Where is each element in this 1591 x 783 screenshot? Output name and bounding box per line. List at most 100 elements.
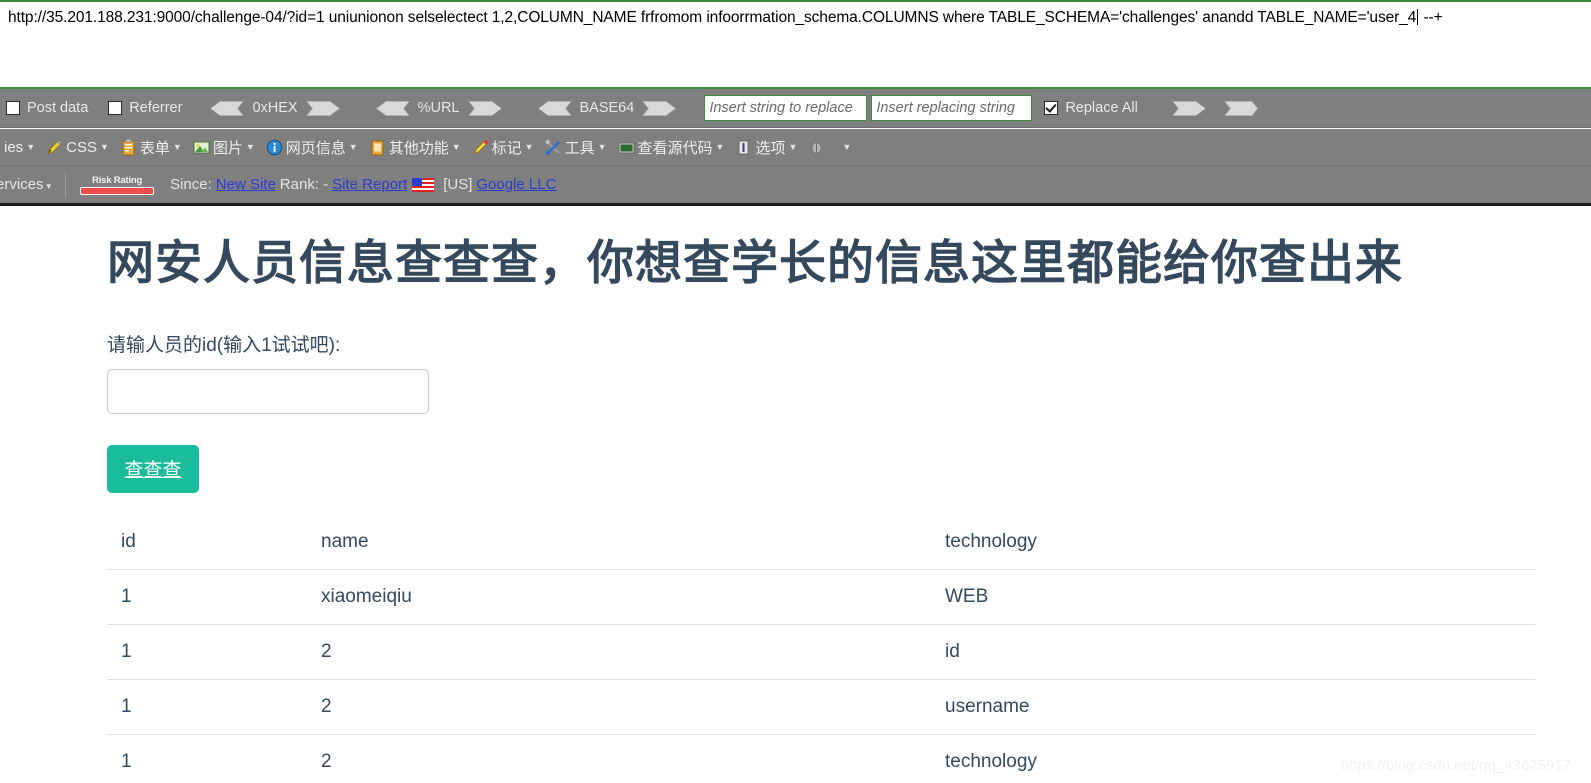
cell-name: 2 [307, 624, 931, 680]
webdev-item-firebug[interactable]: ▼ [808, 139, 851, 156]
base64-encode-arrow-icon[interactable] [642, 100, 677, 116]
chevron-down-icon: ▾ [46, 181, 52, 191]
table-row: 1 2 username [107, 679, 1535, 735]
services-label: Services [0, 176, 44, 193]
replacing-string-input[interactable]: Insert replacing string [871, 95, 1033, 121]
webdev-item-images[interactable]: 图片 ▼ [193, 137, 255, 158]
referrer-group[interactable]: Referrer [108, 100, 182, 116]
webdev-item-page-info[interactable]: 网页信息 ▼ [266, 137, 358, 158]
chevron-down-icon: ▼ [524, 142, 534, 152]
webdev-item-outline[interactable]: 标记 ▼ [472, 137, 534, 158]
chevron-down-icon: ▼ [842, 142, 852, 152]
webdev-item-view-source[interactable]: 查看源代码 ▼ [618, 137, 725, 158]
search-string-input[interactable]: Insert string to replace [704, 95, 868, 121]
webdev-item-label: 其他功能 [388, 139, 449, 157]
web-developer-toolbar: ies ▼ CSS ▼ 表单 ▼ 图片 ▼ 网页信息 ▼ 其他功能 ▼ 标记 ▼ 工具 ▼ 查看… [0, 129, 1591, 166]
table-header-id: id [107, 514, 307, 570]
hackbar-url-textarea[interactable]: http://35.201.188.231:9000/challenge-04/… [0, 0, 1591, 89]
hex-label: 0xHEX [252, 100, 298, 116]
url-encode-arrow-icon[interactable] [467, 100, 502, 116]
webdev-item-misc[interactable]: 其他功能 ▼ [369, 137, 461, 158]
table-header-technology: technology [931, 514, 1535, 570]
webdev-item-label: 标记 [491, 139, 522, 157]
webdev-item-label: 选项 [755, 139, 786, 157]
webdev-item-forms[interactable]: 表单 ▼ [120, 137, 182, 158]
cell-name: 2 [307, 679, 931, 735]
webdev-item-options[interactable]: 选项 ▼ [735, 137, 797, 158]
us-flag-icon [412, 177, 435, 192]
cell-name: 2 [307, 734, 931, 783]
page-title: 网安人员信息查查查，你想查学长的信息这里都能给你查出来 [107, 236, 1403, 289]
webdev-item-cookies[interactable]: ies ▼ [0, 139, 35, 156]
cell-id: 1 [107, 624, 307, 680]
chevron-down-icon: ▼ [99, 142, 109, 152]
table-header-row: id name technology [107, 514, 1535, 570]
replace-undo-arrow-icon[interactable] [1223, 100, 1258, 116]
webdev-item-label: 工具 [564, 139, 595, 157]
base64-label: BASE64 [579, 100, 635, 116]
table-header: id name technology [107, 514, 1535, 570]
cell-technology: technology [931, 734, 1535, 783]
risk-rating-bar [80, 186, 155, 195]
webdev-item-label: 查看源代码 [637, 139, 713, 157]
table-row: 1 2 technology [107, 734, 1535, 783]
chevron-down-icon: ▼ [26, 142, 36, 152]
risk-rating-indicator: Risk Rating [80, 175, 155, 195]
table-row: 1 2 id [107, 624, 1535, 680]
site-owner-link[interactable]: Google LLC [476, 176, 556, 193]
cell-id: 1 [107, 734, 307, 783]
url-decode-arrow-icon[interactable] [375, 100, 410, 116]
webdev-item-label: 图片 [212, 139, 243, 157]
chevron-down-icon: ▼ [172, 142, 182, 152]
post-data-checkbox[interactable] [6, 101, 20, 115]
cell-name: xiaomeiqiu [307, 569, 931, 625]
cell-technology: WEB [931, 569, 1535, 625]
webdev-item-label: CSS [66, 138, 97, 156]
url-value-tail: --+ [1419, 9, 1443, 26]
base64-group: BASE64 [530, 100, 685, 116]
webdev-item-label: 表单 [139, 139, 170, 157]
marker-icon [472, 139, 489, 156]
cell-id: 1 [107, 569, 307, 625]
replace-all-group[interactable]: Replace All [1044, 100, 1138, 116]
chevron-down-icon: ▼ [245, 142, 255, 152]
cookie-icon [0, 139, 1, 156]
hackbar-toolbar: Post data Referrer 0xHEX %URL BASE64 Ins… [0, 89, 1591, 128]
site-report-link[interactable]: Site Report [332, 176, 407, 193]
post-data-group[interactable]: Post data [6, 100, 88, 116]
image-icon [193, 139, 210, 156]
chevron-down-icon: ▼ [597, 142, 607, 152]
webdev-item-css[interactable]: CSS ▼ [46, 139, 109, 156]
chevron-down-icon: ▼ [348, 142, 358, 152]
info-icon [266, 139, 283, 156]
hex-decode-arrow-icon[interactable] [210, 100, 245, 116]
post-data-label: Post data [27, 100, 89, 116]
query-submit-button[interactable]: 查查查 [107, 444, 199, 493]
webdev-item-tools[interactable]: 工具 ▼ [545, 137, 607, 158]
replace-all-checkbox[interactable] [1044, 101, 1059, 115]
new-site-link[interactable]: New Site [216, 176, 276, 193]
table-row: 1 xiaomeiqiu WEB [107, 569, 1535, 625]
referrer-checkbox[interactable] [108, 101, 123, 115]
replace-execute-arrow-icon[interactable] [1171, 100, 1206, 116]
chevron-down-icon: ▼ [715, 142, 725, 152]
country-label: [US] [443, 176, 473, 193]
siteadvisor-bar: Services▾ Risk Rating Since: New Site Ra… [0, 166, 1591, 206]
hex-encode-arrow-icon[interactable] [305, 100, 340, 116]
misc-icon [369, 139, 386, 156]
bug-icon [808, 139, 825, 156]
cell-id: 1 [107, 679, 307, 735]
base64-decode-arrow-icon[interactable] [537, 100, 572, 116]
webdev-item-label: 网页信息 [285, 139, 346, 157]
siteadvisor-services-menu[interactable]: Services▾ [0, 176, 51, 193]
chevron-down-icon: ▼ [451, 142, 461, 152]
replace-all-label: Replace All [1065, 100, 1138, 116]
url-encode-group: %URL [368, 100, 510, 116]
form-icon [120, 138, 137, 156]
result-table: id name technology 1 xiaomeiqiu WEB 1 2 … [107, 514, 1535, 783]
table-body: 1 xiaomeiqiu WEB 1 2 id 1 2 username 1 2 [107, 569, 1535, 783]
options-icon [735, 139, 752, 156]
id-input-label: 请输人员的id(输入1试试吧): [107, 334, 341, 356]
rank-label: Rank: - [279, 176, 329, 193]
id-input[interactable] [107, 368, 429, 414]
